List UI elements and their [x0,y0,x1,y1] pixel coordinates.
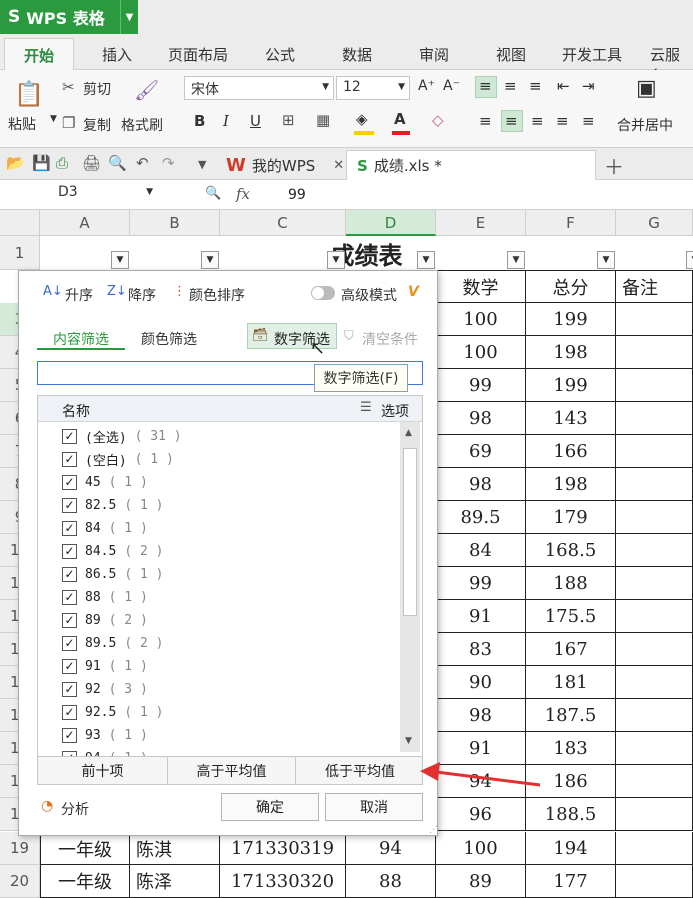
arrow-line [435,770,541,787]
arrow-head [420,762,440,781]
annotation-arrow [420,762,541,787]
